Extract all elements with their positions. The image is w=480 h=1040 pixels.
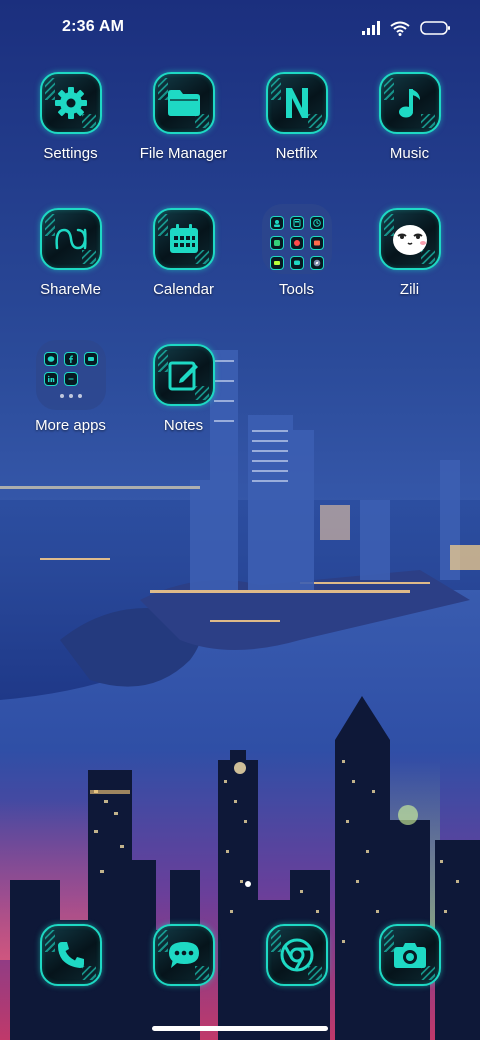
calendar-tile[interactable] [152, 208, 215, 270]
wifi-icon [390, 21, 410, 36]
page-indicator-dot [245, 881, 251, 887]
zili-face-icon [392, 225, 427, 255]
shareme-icon [54, 228, 87, 250]
notes-icon [168, 361, 198, 391]
phone-icon [57, 942, 84, 968]
folder-icon [167, 90, 200, 116]
app-mini-icon-orange [309, 236, 324, 250]
netflix-tile[interactable] [265, 72, 328, 134]
dock-camera[interactable] [353, 924, 466, 994]
app-notes[interactable]: Notes [127, 344, 240, 462]
camera-icon [393, 943, 426, 968]
app-calendar[interactable]: Calendar [127, 208, 240, 326]
app-label: Zili [399, 281, 420, 298]
gear-icon [54, 87, 87, 119]
more-apps-folder-icon[interactable] [35, 340, 106, 410]
file-manager-tile[interactable] [152, 72, 215, 134]
app-shareme[interactable]: ShareMe [14, 208, 127, 326]
app-folder-more-apps[interactable]: More apps [14, 340, 127, 462]
messages-icon [168, 942, 199, 968]
app-zili[interactable]: Zili [353, 208, 466, 326]
settings-tile[interactable] [39, 72, 102, 134]
status-clock: 2:36 AM [62, 18, 125, 35]
signal-icon [362, 21, 380, 35]
app-label: Notes [163, 417, 204, 434]
app-settings[interactable]: Settings [14, 72, 127, 190]
netflix-n-icon [285, 88, 308, 118]
app-label: Music [389, 145, 430, 162]
app-mini-icon-blue [83, 352, 98, 366]
app-file-manager[interactable]: File Manager [127, 72, 240, 190]
home-screen-grid: Settings File Manager Netflix Music Shar… [0, 0, 480, 1040]
app-label: Settings [43, 145, 98, 162]
status-bar: 2:36 AM [0, 0, 480, 56]
app-label: ShareMe [40, 281, 101, 298]
facebook-mini-icon [63, 352, 78, 366]
clock-mini-icon [309, 216, 324, 230]
app-label: Tools [278, 281, 315, 298]
status-icons [362, 18, 450, 38]
compass-mini-icon [309, 256, 324, 270]
messages-tile[interactable] [152, 924, 215, 986]
app-label: Calendar [153, 281, 214, 298]
record-mini-icon [289, 236, 304, 250]
tools-folder-icon[interactable] [261, 204, 332, 274]
music-tile[interactable] [378, 72, 441, 134]
dock-phone[interactable] [14, 924, 127, 994]
camera-tile[interactable] [378, 924, 441, 986]
phone-tile[interactable] [39, 924, 102, 986]
app-label: More apps [35, 417, 106, 434]
calendar-icon [169, 224, 198, 253]
app-label: File Manager [139, 145, 228, 162]
dock-messages[interactable] [127, 924, 240, 994]
app-label: Netflix [275, 145, 318, 162]
app-mini-icon-dark [63, 372, 78, 386]
app-music[interactable]: Music [353, 72, 466, 190]
calculator-mini-icon [289, 216, 304, 230]
notes-tile[interactable] [152, 344, 215, 406]
chrome-tile[interactable] [265, 924, 328, 986]
contacts-mini-icon [269, 216, 284, 230]
app-mini-icon-green [269, 236, 284, 250]
shareme-tile[interactable] [39, 208, 102, 270]
zili-tile[interactable] [378, 208, 441, 270]
app-netflix[interactable]: Netflix [240, 72, 353, 190]
messenger-mini-icon [43, 352, 58, 366]
chrome-icon [280, 938, 313, 972]
message-mini-icon [289, 256, 304, 270]
folder-page-dots [44, 394, 98, 406]
music-note-icon [398, 89, 420, 118]
app-mini-icon-lime [269, 256, 284, 270]
app-folder-tools[interactable]: Tools [240, 204, 353, 326]
dock-chrome[interactable] [240, 924, 353, 994]
battery-icon [420, 21, 450, 35]
home-indicator-bar[interactable] [152, 1026, 328, 1031]
linkedin-mini-icon [43, 372, 58, 386]
